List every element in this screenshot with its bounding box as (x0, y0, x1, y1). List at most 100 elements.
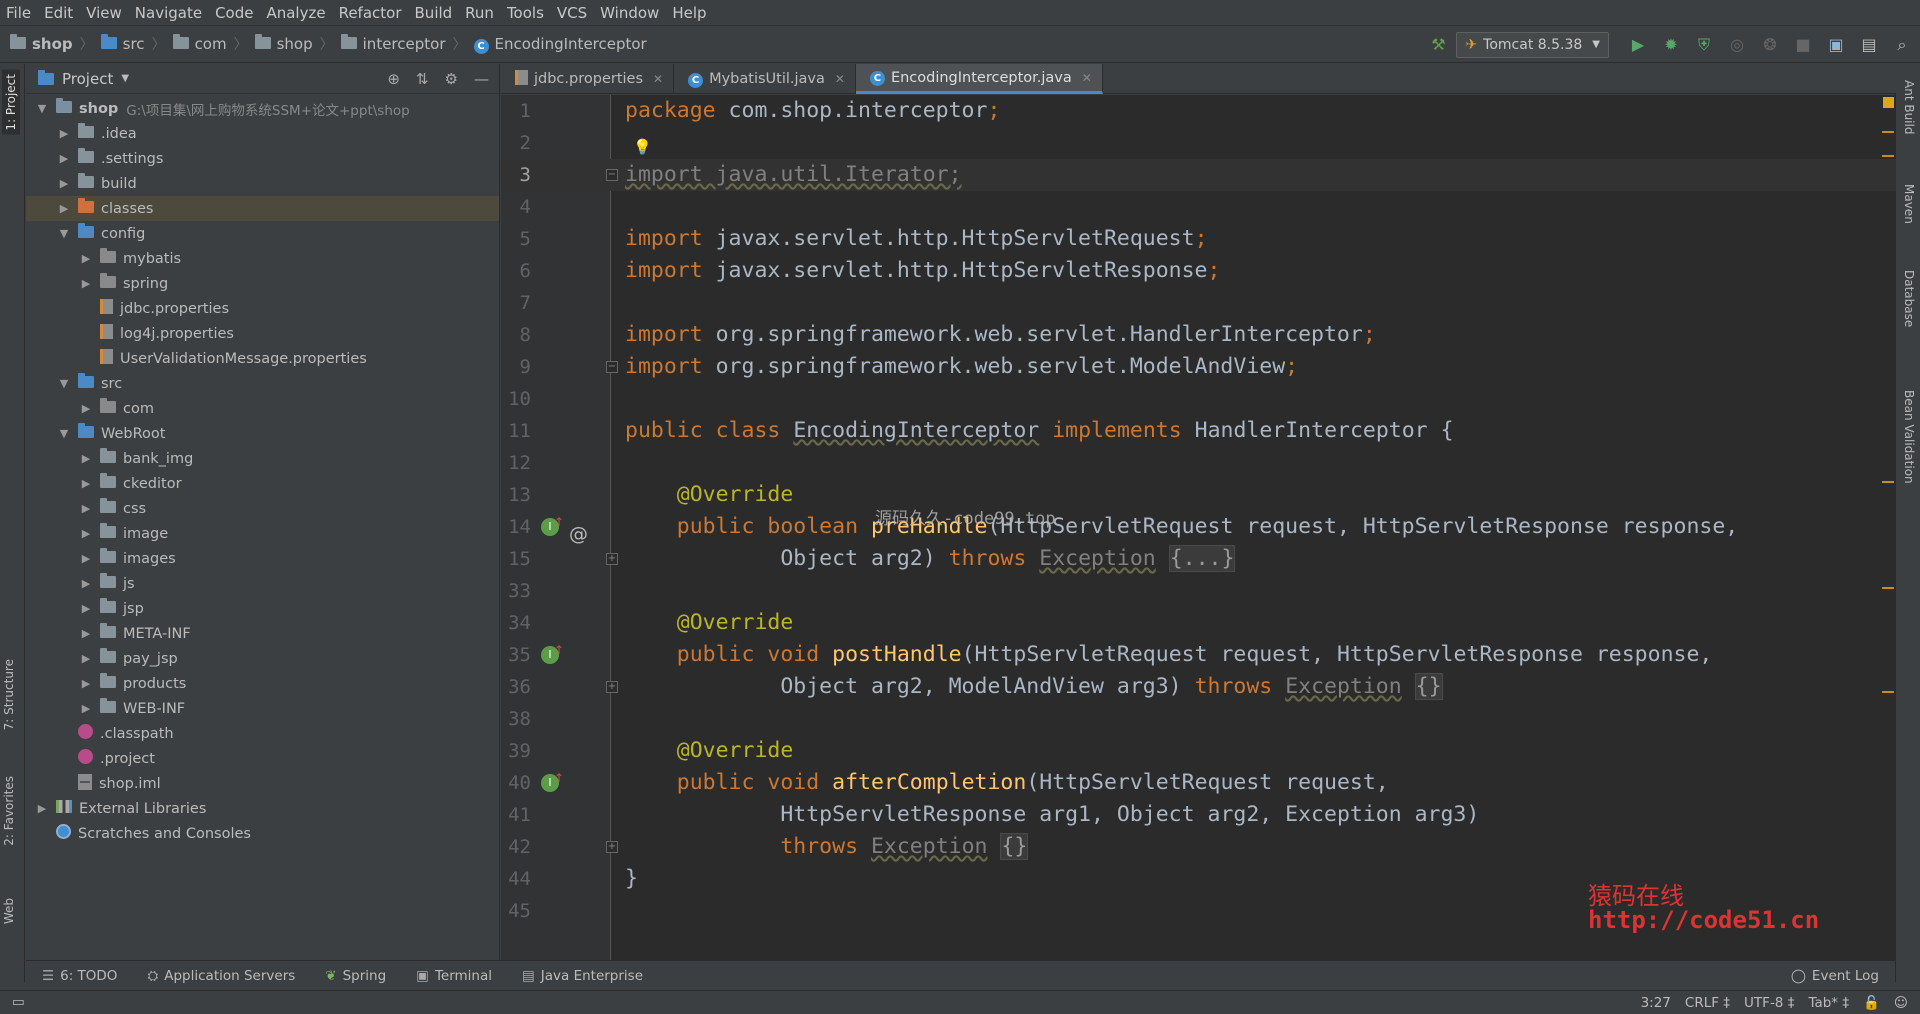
tree-item[interactable]: ▶ .settings (26, 146, 499, 171)
tool-tab-todo[interactable]: ☰ 6: TODO (42, 968, 117, 984)
line-number[interactable]: 5 (501, 223, 531, 255)
line-number[interactable]: 38 (501, 703, 531, 735)
code-line[interactable]: 40 I public void afterCompletion(HttpServ… (501, 767, 1896, 799)
attach-icon[interactable]: ❂ (1755, 30, 1785, 60)
tree-item[interactable]: ▶UserValidationMessage.properties (26, 346, 499, 371)
sdk-icon[interactable]: ▤ (1854, 30, 1884, 60)
collapsed-arrow-icon[interactable]: ▶ (78, 627, 94, 640)
menu-file[interactable]: File (6, 4, 31, 22)
collapsed-arrow-icon[interactable]: ▶ (78, 552, 94, 565)
search-icon[interactable]: ⌕ (1887, 30, 1917, 60)
editor-tab[interactable]: C EncodingInterceptor.java ✕ (855, 64, 1103, 94)
code-line[interactable]: 42 + throws Exception {} (501, 831, 1896, 863)
project-structure-icon[interactable]: ▣ (1821, 30, 1851, 60)
expanded-arrow-icon[interactable]: ▼ (56, 377, 72, 390)
breadcrumb-item[interactable]: interceptor (340, 34, 446, 53)
code-line[interactable]: 15 + Object arg2) throws Exception {...} (501, 543, 1896, 575)
run-icon[interactable]: ▶ (1623, 30, 1653, 60)
code-line[interactable]: 3 − import java.util.Iterator; (501, 159, 1896, 191)
line-number[interactable]: 36 (501, 671, 531, 703)
line-number[interactable]: 6 (501, 255, 531, 287)
debug-icon[interactable]: ✹ (1656, 30, 1686, 60)
run-configuration-select[interactable]: ✈ Tomcat 8.5.38 ▼ (1456, 31, 1609, 58)
tree-item[interactable]: ▼ config (26, 221, 499, 246)
line-separator[interactable]: CRLF ‡ (1685, 995, 1730, 1011)
tree-item[interactable]: ▶ .idea (26, 121, 499, 146)
tool-tab-database[interactable]: Database (1902, 270, 1916, 327)
fold-icon[interactable]: + (606, 681, 618, 693)
menu-code[interactable]: Code (215, 4, 253, 22)
collapse-all-icon[interactable]: ⇅ (416, 70, 429, 88)
coverage-icon[interactable]: ⛨ (1689, 30, 1719, 60)
tree-item[interactable]: ▶shop.iml (26, 771, 499, 796)
menu-analyze[interactable]: Analyze (266, 4, 325, 22)
tool-tab-ant-build[interactable]: Ant Build (1902, 80, 1916, 134)
override-icon[interactable]: I (541, 769, 564, 792)
collapsed-arrow-icon[interactable]: ▶ (78, 277, 94, 290)
collapsed-arrow-icon[interactable]: ▶ (78, 577, 94, 590)
tool-tab-project[interactable]: 1: Project (2, 70, 20, 135)
override-icon[interactable]: I (541, 513, 564, 536)
line-number[interactable]: 44 (501, 863, 531, 895)
collapsed-arrow-icon[interactable]: ▶ (78, 602, 94, 615)
code-line[interactable]: 7 (501, 287, 1896, 319)
line-number[interactable]: 9 (501, 351, 531, 383)
tree-item[interactable]: ▶log4j.properties (26, 321, 499, 346)
line-number[interactable]: 41 (501, 799, 531, 831)
tree-item[interactable]: ▶ products (26, 671, 499, 696)
tool-tab-bean-validation[interactable]: Bean Validation (1902, 390, 1916, 484)
editor-tab[interactable]: jdbc.properties ✕ (501, 64, 675, 94)
line-number[interactable]: 15 (501, 543, 531, 575)
code-line[interactable]: 10 (501, 383, 1896, 415)
tree-item[interactable]: ▶ build (26, 171, 499, 196)
tool-tab-structure[interactable]: 7: Structure (2, 659, 16, 730)
expanded-arrow-icon[interactable]: ▼ (34, 102, 50, 115)
collapsed-arrow-icon[interactable]: ▶ (78, 452, 94, 465)
tree-item[interactable]: ▶ images (26, 546, 499, 571)
collapsed-arrow-icon[interactable]: ▶ (78, 252, 94, 265)
line-number[interactable]: 34 (501, 607, 531, 639)
breadcrumb-item[interactable]: com (172, 34, 227, 53)
indent-setting[interactable]: Tab* ‡ (1808, 995, 1849, 1011)
event-log-button[interactable]: ◯ Event Log (1791, 961, 1879, 991)
tool-tab-java-enterprise[interactable]: ▤ Java Enterprise (522, 968, 643, 984)
tree-item[interactable]: ▶ ckeditor (26, 471, 499, 496)
menu-navigate[interactable]: Navigate (135, 4, 202, 22)
tree-item[interactable]: ▶jdbc.properties (26, 296, 499, 321)
menu-help[interactable]: Help (672, 4, 706, 22)
line-number[interactable]: 13 (501, 479, 531, 511)
tool-tab-terminal[interactable]: ▣ Terminal (416, 968, 492, 984)
chevron-down-icon[interactable]: ▼ (121, 73, 129, 84)
fold-icon[interactable]: − (606, 169, 618, 181)
code-line[interactable]: 39 @Override (501, 735, 1896, 767)
close-icon[interactable]: ✕ (835, 72, 845, 86)
code-line[interactable]: 35 I public void postHandle(HttpServletRe… (501, 639, 1896, 671)
tree-item[interactable]: ▼ WebRoot (26, 421, 499, 446)
line-number[interactable]: 2 (501, 127, 531, 159)
gear-icon[interactable]: ⚙ (445, 70, 458, 88)
tree-item[interactable]: ▶ External Libraries (26, 796, 499, 821)
breadcrumb-item[interactable]: shop (254, 34, 313, 53)
tool-tab-spring[interactable]: ❦ Spring (325, 968, 386, 984)
code-line[interactable]: 36 + Object arg2, ModelAndView arg3) thro… (501, 671, 1896, 703)
collapsed-arrow-icon[interactable]: ▶ (78, 652, 94, 665)
fold-icon[interactable]: + (606, 841, 618, 853)
tree-item[interactable]: ▶Scratches and Consoles (26, 821, 499, 846)
line-number[interactable]: 33 (501, 575, 531, 607)
code-editor[interactable]: 1 package com.shop.interceptor; 2 💡 3− impo… (501, 95, 1896, 960)
tree-item[interactable]: ▶ css (26, 496, 499, 521)
line-number[interactable]: 1 (501, 95, 531, 127)
collapsed-arrow-icon[interactable]: ▶ (56, 152, 72, 165)
tree-item[interactable]: ▶ spring (26, 271, 499, 296)
code-line[interactable]: 2 💡 (501, 127, 1896, 159)
menu-edit[interactable]: Edit (44, 4, 73, 22)
code-line[interactable]: 44} (501, 863, 1896, 895)
collapsed-arrow-icon[interactable]: ▶ (56, 202, 72, 215)
tool-tab-application-servers[interactable]: ⛭ Application Servers (147, 968, 295, 984)
code-line[interactable]: 13 @Override (501, 479, 1896, 511)
line-number[interactable]: 39 (501, 735, 531, 767)
line-number[interactable]: 14 (501, 511, 531, 543)
code-line[interactable]: 33 (501, 575, 1896, 607)
line-number[interactable]: 11 (501, 415, 531, 447)
code-line[interactable]: 6 import javax.servlet.http.HttpServletRe… (501, 255, 1896, 287)
